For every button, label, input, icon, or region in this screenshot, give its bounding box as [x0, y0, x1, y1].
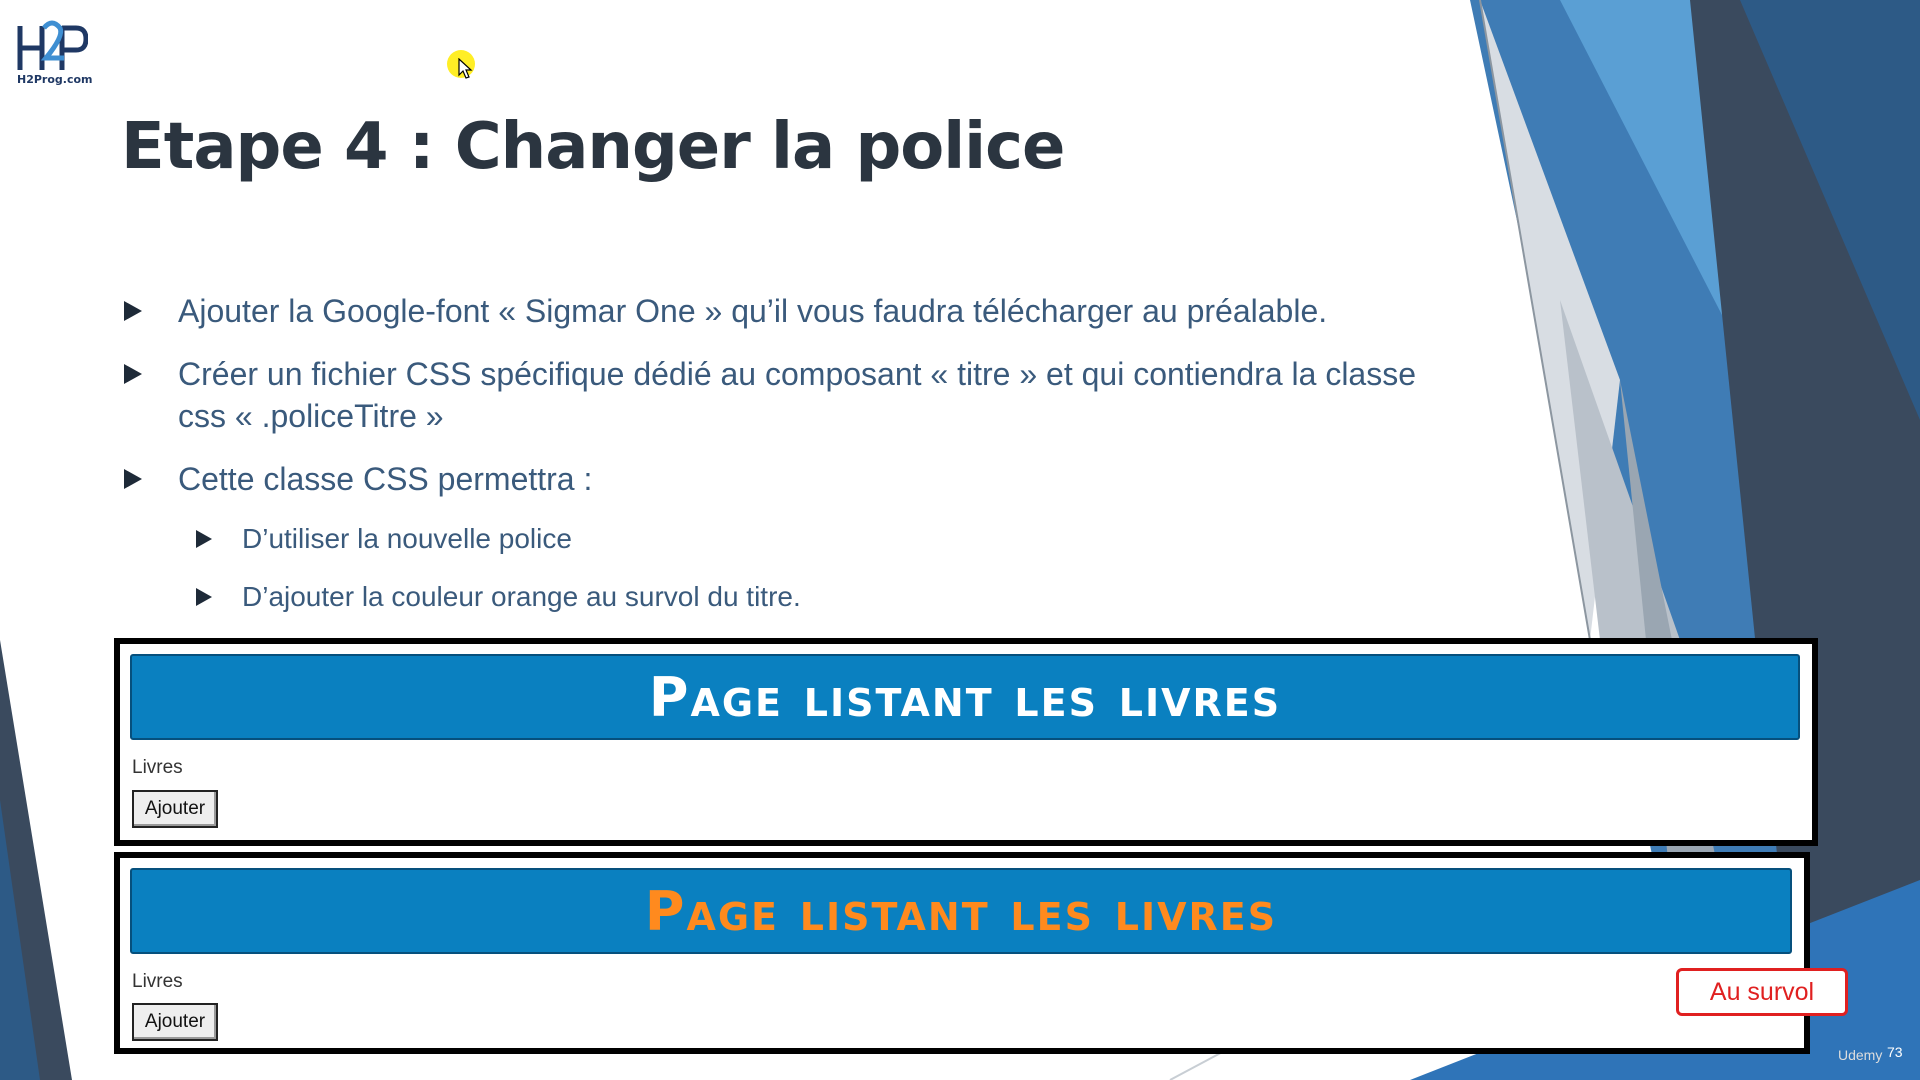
udemy-watermark: Udemy: [1838, 1047, 1883, 1063]
bullet-arrow-icon: [124, 469, 142, 489]
bullet-item: Créer un fichier CSS spécifique dédié au…: [120, 353, 1460, 437]
livres-label: Livres: [132, 757, 183, 778]
page-title-banner: Page listant les livres: [130, 654, 1800, 740]
sub-bullet-text: D’utiliser la nouvelle police: [242, 523, 572, 554]
demo-screenshot-hover: Page listant les livres Livres Ajouter: [114, 852, 1810, 1054]
sub-bullet-text: D’ajouter la couleur orange au survol du…: [242, 581, 801, 612]
slide-page-number: 73: [1887, 1044, 1903, 1060]
bullet-arrow-icon: [196, 530, 212, 548]
bullet-item: Ajouter la Google-font « Sigmar One » qu…: [120, 290, 1460, 332]
mouse-cursor-icon: [458, 58, 473, 79]
bullet-arrow-icon: [124, 301, 142, 321]
demo-screenshot-normal: Page listant les livres Livres Ajouter: [114, 638, 1818, 846]
bullet-arrow-icon: [124, 364, 142, 384]
ajouter-button[interactable]: Ajouter: [132, 1003, 218, 1041]
bullet-item: Cette classe CSS permettra :: [120, 458, 1460, 500]
sub-bullet-item: D’ajouter la couleur orange au survol du…: [196, 579, 1460, 615]
au-survol-callout: Au survol: [1676, 968, 1848, 1016]
bullet-text: Ajouter la Google-font « Sigmar One » qu…: [178, 293, 1328, 329]
page-title-banner-hover: Page listant les livres: [130, 868, 1792, 954]
bullet-arrow-icon: [196, 588, 212, 606]
bullet-text: Créer un fichier CSS spécifique dédié au…: [178, 356, 1417, 434]
bullet-text: Cette classe CSS permettra :: [178, 461, 593, 497]
livres-label: Livres: [132, 971, 183, 992]
ajouter-button[interactable]: Ajouter: [132, 790, 218, 828]
logo-caption: H2Prog.com: [17, 73, 93, 86]
slide-title: Etape 4 : Changer la police: [121, 110, 1065, 184]
bullet-list: Ajouter la Google-font « Sigmar One » qu…: [120, 290, 1460, 637]
sub-bullet-item: D’utiliser la nouvelle police: [196, 521, 1460, 557]
